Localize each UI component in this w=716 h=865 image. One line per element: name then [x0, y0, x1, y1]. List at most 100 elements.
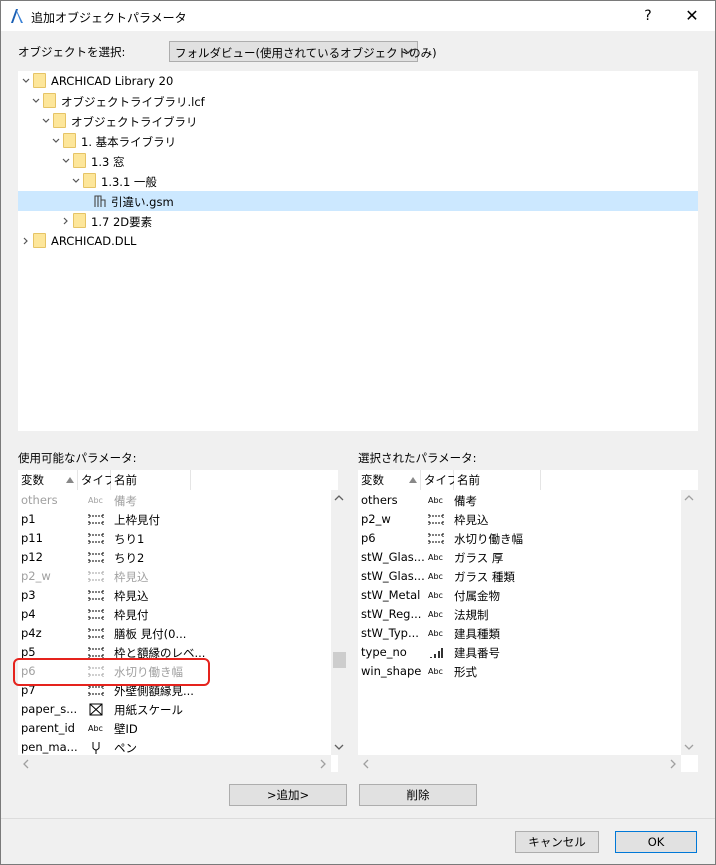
list-item[interactable]: p4 枠見付: [18, 605, 330, 624]
list-item[interactable]: p12 ちり2: [18, 548, 330, 567]
tree-node[interactable]: 1.3 窓: [18, 151, 698, 171]
scroll-right-icon[interactable]: [318, 759, 328, 769]
list-item[interactable]: type_no 建具番号: [358, 643, 680, 662]
length-type-icon: [428, 513, 444, 526]
chevron-down-icon[interactable]: [61, 156, 71, 166]
param-variable: p2_w: [21, 569, 51, 583]
param-variable: p11: [21, 531, 43, 545]
tree-node[interactable]: ARCHICAD.DLL: [18, 231, 698, 251]
tree-node-label: 引違い.gsm: [111, 195, 174, 209]
sort-ascending-icon: [66, 477, 74, 483]
tree-node-label: ARCHICAD Library 20: [51, 74, 174, 88]
object-tree[interactable]: ARCHICAD Library 20 オブジェクトライブラリ.lcf オブジェクト…: [18, 71, 698, 431]
list-item[interactable]: stW_Reg... Abc 法規制: [358, 605, 680, 624]
header-type[interactable]: タイプ: [78, 470, 116, 490]
tree-node[interactable]: 1. 基本ライブラリ: [18, 131, 698, 151]
list-item[interactable]: others Abc 備考: [358, 491, 680, 510]
ok-button[interactable]: OK: [615, 831, 697, 853]
folder-icon: [43, 93, 56, 108]
param-name: 枠見付: [114, 608, 149, 622]
param-variable: win_shape: [361, 664, 422, 678]
tree-node[interactable]: 1.3.1 一般: [18, 171, 698, 191]
param-name: 備考: [454, 494, 477, 508]
scroll-left-icon[interactable]: [361, 759, 371, 769]
param-name: 備考: [114, 494, 137, 508]
tree-node[interactable]: オブジェクトライブラリ: [18, 111, 698, 131]
scroll-down-icon[interactable]: [684, 742, 694, 752]
param-variable: p4z: [21, 626, 42, 640]
cancel-button[interactable]: キャンセル: [515, 831, 599, 853]
param-variable: p12: [21, 550, 43, 564]
close-button[interactable]: ✕: [677, 5, 707, 27]
scroll-up-icon[interactable]: [684, 493, 694, 503]
tree-node-label: オブジェクトライブラリ.lcf: [61, 95, 205, 109]
list-item[interactable]: stW_Glas... Abc ガラス 厚: [358, 548, 680, 567]
list-item[interactable]: stW_Metal Abc 付属金物: [358, 586, 680, 605]
chevron-down-icon[interactable]: [21, 76, 31, 86]
param-name: 枠見込: [114, 589, 149, 603]
view-mode-dropdown[interactable]: フォルダビュー(使用されているオブジェクトのみ): [169, 41, 437, 62]
length-type-icon: [88, 608, 104, 621]
header-type[interactable]: タイプ: [421, 470, 459, 490]
chevron-right-icon[interactable]: [21, 236, 31, 246]
chevron-down-icon[interactable]: [41, 116, 51, 126]
list-item[interactable]: p3 枠見込: [18, 586, 330, 605]
list-item[interactable]: p6 水切り働き幅: [358, 529, 680, 548]
string-type-icon: Abc: [428, 496, 443, 505]
selected-horizontal-scrollbar[interactable]: [358, 755, 681, 772]
scroll-down-icon[interactable]: [334, 742, 344, 752]
list-item[interactable]: others Abc 備考: [18, 491, 330, 510]
remove-button[interactable]: 削除: [359, 784, 477, 806]
list-item[interactable]: pen_ma... ペン: [18, 738, 330, 757]
list-item[interactable]: parent_id Abc 壁ID: [18, 719, 330, 738]
list-item[interactable]: p11 ちり1: [18, 529, 330, 548]
tree-node[interactable]: 1.7 2D要素: [18, 211, 698, 231]
list-item[interactable]: stW_Typ... Abc 建具種類: [358, 624, 680, 643]
tree-node[interactable]: オブジェクトライブラリ.lcf: [18, 91, 698, 111]
string-type-icon: Abc: [428, 572, 443, 581]
param-name: 壁ID: [114, 722, 138, 736]
scroll-up-icon[interactable]: [334, 493, 344, 503]
list-item[interactable]: paper_s... 用紙スケール: [18, 700, 330, 719]
chevron-down-icon[interactable]: [51, 136, 61, 146]
add-button[interactable]: >追加>: [229, 784, 347, 806]
selected-params-list[interactable]: 変数 タイプ 名前 others Abc 備考 p2_w 枠見込 p6 水切り働き幅 stW_…: [358, 470, 698, 772]
scroll-right-icon[interactable]: [668, 759, 678, 769]
header-name[interactable]: 名前: [111, 470, 191, 490]
list-item[interactable]: stW_Glas... Abc ガラス 種類: [358, 567, 680, 586]
param-variable: p5: [21, 645, 36, 659]
available-horizontal-scrollbar[interactable]: [18, 755, 331, 772]
list-item[interactable]: p4z 膳板 見付(0...: [18, 624, 330, 643]
param-variable: stW_Glas...: [361, 569, 425, 583]
folder-icon: [63, 133, 76, 148]
help-button[interactable]: ?: [633, 5, 663, 27]
list-item[interactable]: p1 上枠見付: [18, 510, 330, 529]
param-variable: p4: [21, 607, 36, 621]
param-name: 枠見込: [454, 513, 489, 527]
tree-node-label: 1. 基本ライブラリ: [81, 135, 177, 149]
list-item[interactable]: win_shape Abc 形式: [358, 662, 680, 681]
list-item[interactable]: p2_w 枠見込: [358, 510, 680, 529]
length-type-icon: [428, 532, 444, 545]
chevron-down-icon[interactable]: [31, 96, 41, 106]
folder-icon: [53, 113, 66, 128]
tree-node[interactable]: 引違い.gsm: [18, 191, 698, 211]
tree-node[interactable]: ARCHICAD Library 20: [18, 71, 698, 91]
chevron-right-icon[interactable]: [61, 216, 71, 226]
param-variable: others: [21, 493, 58, 507]
title-bar: 追加オブジェクトパラメータ ? ✕: [1, 1, 715, 31]
header-name[interactable]: 名前: [454, 470, 541, 490]
footer-divider: [1, 818, 715, 819]
available-params-list[interactable]: 変数 タイプ 名前 others Abc 備考 p1 上枠見付 p11 ちり1 p12 ちり2 p…: [18, 470, 348, 772]
list-item[interactable]: p2_w 枠見込: [18, 567, 330, 586]
length-type-icon: [88, 627, 104, 640]
param-name: ガラス 厚: [454, 551, 504, 565]
length-type-icon: [88, 570, 104, 583]
scroll-left-icon[interactable]: [21, 759, 31, 769]
selected-vertical-scrollbar[interactable]: [681, 490, 698, 755]
param-variable: stW_Reg...: [361, 607, 422, 621]
param-variable: type_no: [361, 645, 407, 659]
chevron-down-icon[interactable]: [71, 176, 81, 186]
scroll-thumb[interactable]: [333, 652, 346, 668]
view-mode-value: フォルダビュー(使用されているオブジェクトのみ): [175, 46, 437, 60]
